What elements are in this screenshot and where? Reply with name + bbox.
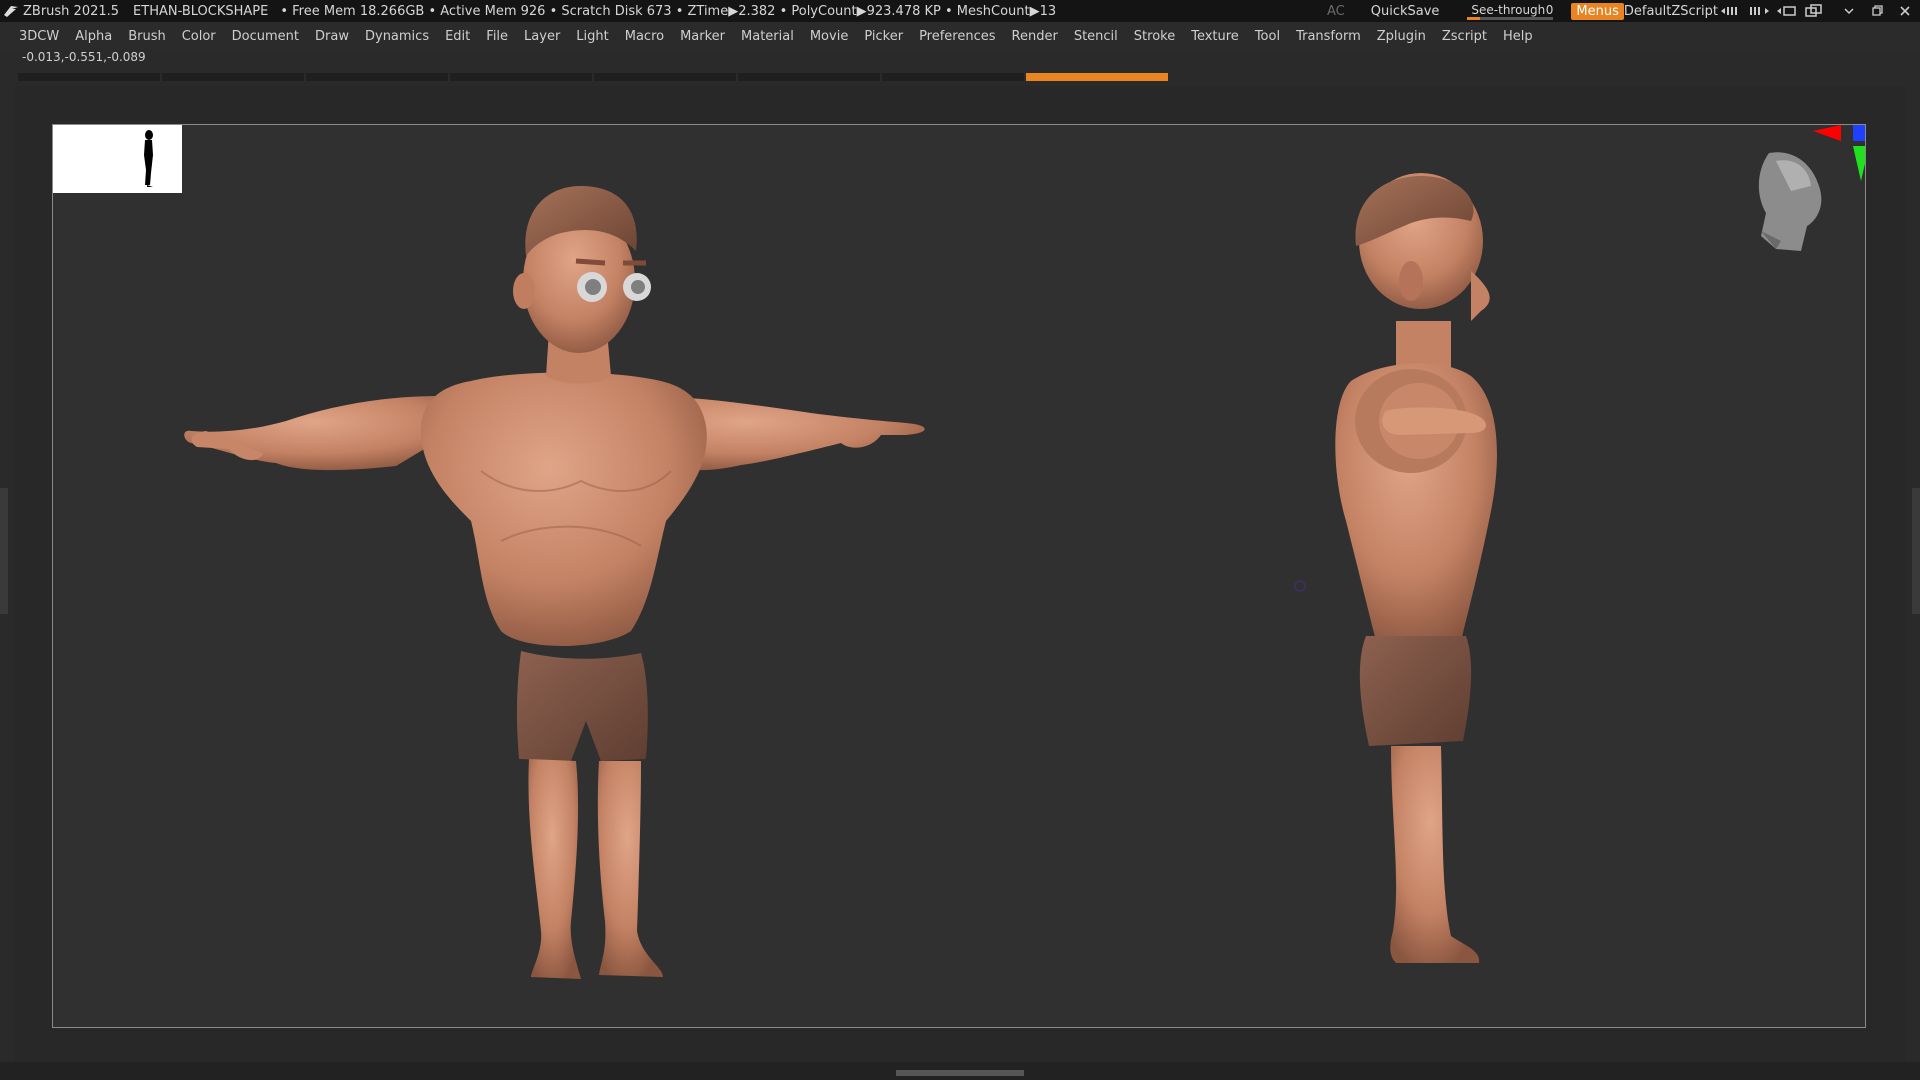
menu-item-zplugin[interactable]: Zplugin xyxy=(1369,29,1434,44)
close-icon[interactable] xyxy=(1892,3,1918,19)
menu-item-marker[interactable]: Marker xyxy=(672,29,733,44)
bottom-tray-handle[interactable] xyxy=(896,1070,1024,1076)
y-axis-arrow xyxy=(1853,146,1869,181)
app-title: ZBrush 2021.5 xyxy=(23,3,120,19)
menu-item-stencil[interactable]: Stencil xyxy=(1066,29,1126,44)
memory-stats: • Free Mem 18.266GB • Active Mem 926 • S… xyxy=(280,3,1057,19)
menu-item-dynamics[interactable]: Dynamics xyxy=(357,29,437,44)
silhouette-icon xyxy=(144,130,153,187)
model-viewport[interactable] xyxy=(53,125,1869,1027)
right-tray-handle[interactable] xyxy=(1912,488,1920,614)
menu-item-light[interactable]: Light xyxy=(568,29,616,44)
titlebar-controls: AC QuickSave See-through 0 Menus Default… xyxy=(1327,0,1920,22)
menu-item-macro[interactable]: Macro xyxy=(617,29,672,44)
menu-item-3dcw[interactable]: 3DCW xyxy=(0,29,67,44)
restore-icon[interactable] xyxy=(1864,3,1890,19)
tab-segment[interactable] xyxy=(882,73,1024,81)
menu-item-stroke[interactable]: Stroke xyxy=(1126,29,1183,44)
menu-item-document[interactable]: Document xyxy=(224,29,307,44)
menu-item-alpha[interactable]: Alpha xyxy=(67,29,120,44)
brush-cursor-icon xyxy=(1294,580,1306,592)
tab-segment-active[interactable] xyxy=(1026,73,1168,81)
tab-segment[interactable] xyxy=(306,73,448,81)
tab-segment[interactable] xyxy=(738,73,880,81)
tab-segment[interactable] xyxy=(594,73,736,81)
document-canvas[interactable] xyxy=(52,124,1869,1028)
menu-item-tool[interactable]: Tool xyxy=(1247,29,1288,44)
menu-item-edit[interactable]: Edit xyxy=(437,29,478,44)
menu-item-color[interactable]: Color xyxy=(174,29,224,44)
menu-item-movie[interactable]: Movie xyxy=(802,29,856,44)
see-through-slider[interactable]: See-through 0 xyxy=(1467,2,1554,20)
minimize-icon[interactable] xyxy=(1836,3,1862,19)
see-through-fill xyxy=(1467,17,1481,20)
layout-right-icon[interactable] xyxy=(1746,3,1772,19)
x-axis-arrow xyxy=(1813,125,1841,141)
menu-item-file[interactable]: File xyxy=(478,29,516,44)
tab-segment[interactable] xyxy=(18,73,160,81)
title-bar: ZBrush 2021.5 ETHAN-BLOCKSHAPE • Free Me… xyxy=(0,0,1920,22)
document-tab-strip xyxy=(18,73,1170,81)
side-view-model[interactable] xyxy=(1335,173,1497,963)
menu-item-brush[interactable]: Brush xyxy=(120,29,174,44)
tab-segment[interactable] xyxy=(450,73,592,81)
zbrush-logo-icon xyxy=(4,6,18,17)
menu-item-texture[interactable]: Texture xyxy=(1183,29,1247,44)
document-name: ETHAN-BLOCKSHAPE xyxy=(133,3,269,19)
tab-segment[interactable] xyxy=(162,73,304,81)
menu-item-layer[interactable]: Layer xyxy=(516,29,568,44)
menu-item-picker[interactable]: Picker xyxy=(856,29,911,44)
menu-item-material[interactable]: Material xyxy=(733,29,802,44)
window-swap-icon[interactable] xyxy=(1774,3,1800,19)
menu-item-transform[interactable]: Transform xyxy=(1288,29,1369,44)
see-through-value: 0 xyxy=(1545,3,1554,17)
navigation-cube-icon[interactable] xyxy=(1758,125,1869,251)
window-layout-icon[interactable] xyxy=(1802,3,1828,19)
see-through-label: See-through xyxy=(1471,3,1546,17)
z-axis-marker xyxy=(1853,125,1869,141)
main-menu-bar: 3DCW Alpha Brush Color Document Draw Dynamics E… xyxy=(0,22,1920,50)
menu-item-preferences[interactable]: Preferences xyxy=(911,29,1003,44)
default-zscript-button[interactable]: DefaultZScript xyxy=(1624,4,1718,19)
menu-item-render[interactable]: Render xyxy=(1004,29,1066,44)
layout-left-icon[interactable] xyxy=(1718,3,1744,19)
menu-item-draw[interactable]: Draw xyxy=(307,29,357,44)
menus-button[interactable]: Menus xyxy=(1571,2,1624,20)
menu-item-zscript[interactable]: Zscript xyxy=(1434,29,1495,44)
thumbnail-view[interactable] xyxy=(53,125,182,193)
ac-button[interactable]: AC xyxy=(1327,4,1345,19)
quicksave-button[interactable]: QuickSave xyxy=(1371,4,1440,19)
left-tray-handle[interactable] xyxy=(0,488,8,614)
menu-item-help[interactable]: Help xyxy=(1495,29,1541,44)
cursor-coordinates: -0.013,-0.551,-0.089 xyxy=(22,50,146,64)
see-through-track xyxy=(1467,17,1554,20)
front-view-model[interactable] xyxy=(184,186,925,979)
